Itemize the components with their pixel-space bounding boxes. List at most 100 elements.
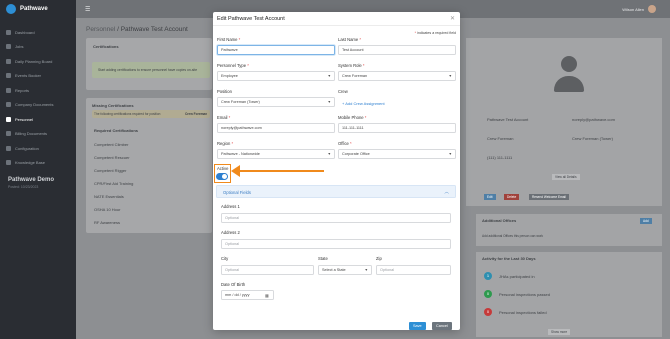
- sidebar-item[interactable]: Knowledge Base: [0, 156, 76, 171]
- address1-label: Address 1: [221, 204, 240, 209]
- resend-email-button[interactable]: Resend Welcome Email: [529, 194, 569, 200]
- sidebar-item-label: Daily Planning Board: [15, 58, 53, 64]
- zip-label: Zip: [376, 256, 382, 261]
- menu-icon[interactable]: ☰: [85, 6, 90, 13]
- zip-field[interactable]: Optional: [376, 265, 451, 275]
- add-crew-link[interactable]: + Add Crew Assignment: [342, 101, 385, 106]
- offices-title: Additional Offices: [482, 218, 517, 223]
- region-label: Region *: [217, 141, 234, 146]
- annotation-highlight-box: [214, 164, 231, 183]
- sidebar-item-label: Jobs: [15, 44, 24, 50]
- profile-name: Pathwave Test Account: [487, 117, 529, 122]
- dob-label: Date Of Birth: [221, 282, 246, 287]
- sidebar-item[interactable]: Reports: [0, 83, 76, 98]
- offices-text: Add additional Offices this person can w…: [482, 234, 544, 238]
- address2-label: Address 2: [221, 230, 240, 235]
- sidebar-item[interactable]: Events Booker: [0, 69, 76, 84]
- avatar[interactable]: [648, 5, 656, 13]
- user-menu[interactable]: Wilson Allen: [622, 5, 656, 13]
- sidebar-item[interactable]: Personnel: [0, 112, 76, 127]
- office-label: Office *: [338, 141, 352, 146]
- email-field[interactable]: noreply@pathwave.com: [217, 123, 335, 133]
- breadcrumb-current: Pathwave Test Account: [120, 26, 188, 33]
- last-name-label: Last Name *: [338, 37, 362, 42]
- cancel-button[interactable]: Cancel: [432, 322, 452, 330]
- sidebar-item[interactable]: Configuration: [0, 141, 76, 156]
- city-label: City: [221, 256, 229, 261]
- list-item: Competent Rescuer: [94, 155, 130, 160]
- activity-label: Personal inspections passed: [499, 292, 550, 297]
- caret-down-icon: ▼: [327, 74, 331, 79]
- mobile-field[interactable]: 111-111-1111: [338, 123, 456, 133]
- add-office-button[interactable]: Add: [640, 218, 652, 224]
- last-name-field[interactable]: Test Account: [338, 45, 456, 55]
- delete-button[interactable]: Delete: [504, 194, 520, 200]
- position-label: Position: [217, 89, 232, 94]
- region-select[interactable]: Pathwave - Nationwide ▼: [217, 149, 335, 159]
- position-select[interactable]: Crew Foreman (Tower) ▼: [217, 97, 335, 107]
- list-item: RF Awareness: [94, 220, 120, 225]
- nav-icon: [6, 58, 11, 64]
- caret-down-icon: ▼: [327, 152, 331, 157]
- list-item: Competent Rigger: [94, 168, 127, 173]
- breadcrumb: Personnel / Pathwave Test Account: [86, 26, 188, 33]
- activity-count-badge: 0: [484, 290, 492, 298]
- brand[interactable]: Pathwave: [0, 0, 76, 18]
- cert-banner-text: Start adding certifications to ensure pe…: [98, 68, 198, 72]
- nav-icon: [6, 29, 11, 35]
- sidebar-item-label: Company Documents: [15, 102, 54, 108]
- system-role-label: System Role *: [338, 63, 365, 68]
- sidebar-item[interactable]: Dashboard: [0, 25, 76, 40]
- system-role-select[interactable]: Crew Foreman ▼: [338, 71, 456, 81]
- brand-name: Pathwave: [20, 6, 48, 12]
- calendar-icon[interactable]: ▦: [265, 293, 269, 298]
- profile-email: noreply@pathwave.com: [572, 117, 615, 122]
- sidebar-footer: Pathwave Demo Posted: 10/23/2023: [8, 177, 54, 189]
- list-item: CPR/First Aid Training: [94, 181, 134, 186]
- mobile-label: Mobile Phone *: [338, 115, 367, 120]
- sidebar-item-label: Personnel: [15, 116, 34, 122]
- close-icon[interactable]: ✕: [450, 15, 455, 22]
- list-item: OSHA 10 Hour: [94, 207, 121, 212]
- modal-header: Edit Pathwave Test Account ✕: [213, 12, 460, 26]
- sidebar-item[interactable]: Company Documents: [0, 98, 76, 113]
- crew-label: Crew: [338, 89, 348, 94]
- nav-icon: [6, 44, 11, 50]
- list-item: NATE Essentials: [94, 194, 124, 199]
- office-select[interactable]: Corporate Office ▼: [338, 149, 456, 159]
- missing-panel: [86, 98, 212, 233]
- first-name-label: First Name *: [217, 37, 241, 42]
- first-name-field[interactable]: Pathwave: [217, 45, 335, 55]
- pathwave-logo-icon: [6, 4, 16, 14]
- state-select[interactable]: Select a State ▼: [318, 265, 372, 275]
- caret-down-icon: ▼: [364, 268, 368, 273]
- edit-button[interactable]: Edit: [484, 194, 496, 200]
- activity-title: Activity for the Last 30 Days: [482, 256, 536, 261]
- show-more-button[interactable]: Show more: [548, 329, 571, 335]
- address1-field[interactable]: Optional: [221, 213, 451, 223]
- required-note: * indicates a required field: [414, 31, 456, 35]
- user-name: Wilson Allen: [622, 6, 644, 12]
- annotation-arrow-line: [238, 170, 324, 172]
- caret-down-icon: ▼: [327, 100, 331, 105]
- profile-avatar-icon: [552, 56, 586, 96]
- sidebar-item[interactable]: Jobs: [0, 40, 76, 55]
- chevron-up-icon[interactable]: ︿: [444, 189, 449, 195]
- sidebar-item[interactable]: Daily Planning Board: [0, 54, 76, 69]
- save-button[interactable]: Save: [409, 322, 426, 330]
- state-label: State: [318, 256, 328, 261]
- sidebar-item-label: Billing Documents: [15, 131, 48, 137]
- view-all-button[interactable]: View all Details: [552, 174, 580, 180]
- personnel-type-select[interactable]: Employee ▼: [217, 71, 335, 81]
- sidebar-item[interactable]: Billing Documents: [0, 127, 76, 142]
- city-field[interactable]: Optional: [221, 265, 314, 275]
- list-item: Competent Climber: [94, 142, 129, 147]
- sidebar-item-label: Knowledge Base: [15, 160, 46, 166]
- missing-link[interactable]: Crew Foreman: [185, 112, 207, 116]
- address2-field[interactable]: Optional: [221, 239, 451, 249]
- activity-count-badge: 1: [484, 272, 492, 280]
- breadcrumb-root[interactable]: Personnel: [86, 26, 115, 33]
- optional-fields-section[interactable]: Optional Fields ︿: [216, 185, 456, 198]
- nav-icon: [6, 116, 11, 122]
- nav-icon: [6, 102, 11, 108]
